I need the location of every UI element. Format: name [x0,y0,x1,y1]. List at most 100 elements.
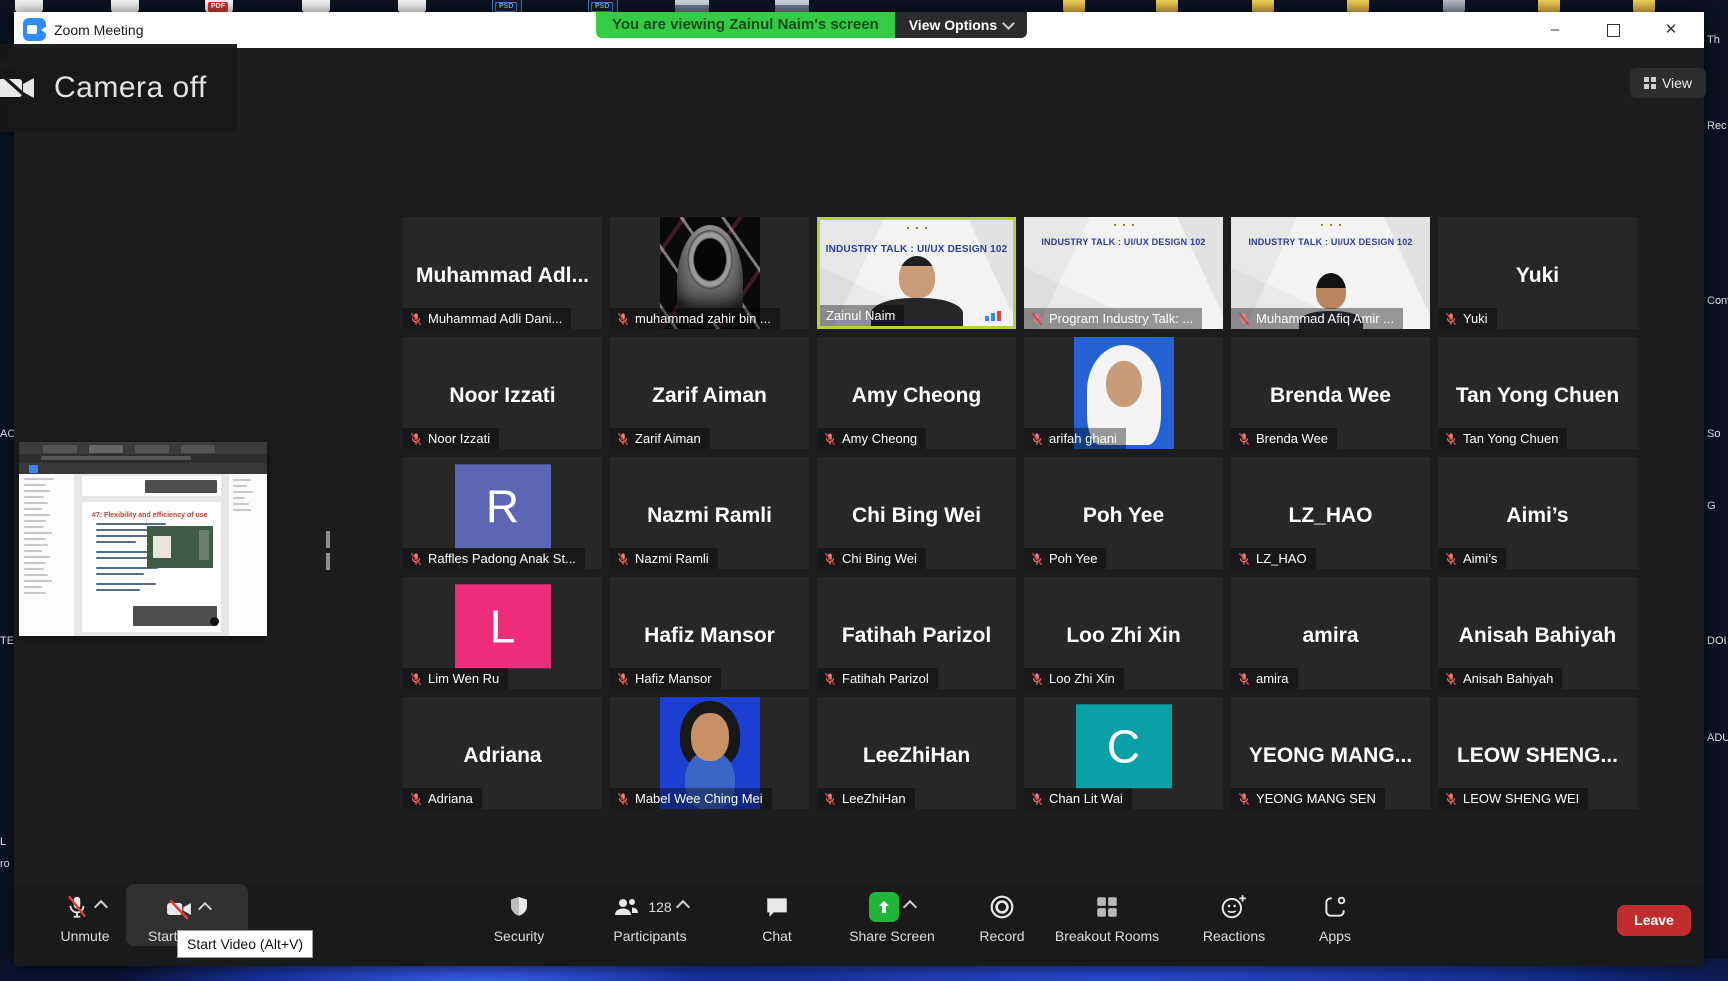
participant-name-label: arifah ghani [1024,428,1126,449]
participant-tile[interactable]: Anisah Bahiyah Anisah Bahiyah [1438,577,1637,689]
layers-panel [19,474,74,636]
participant-tile[interactable]: Tan Yong Chuen Tan Yong Chuen [1438,337,1637,449]
participant-name-label: Nazmi Ramli [610,548,718,569]
browser-tab-strip [19,442,267,454]
camera-off-overlay: Camera off [0,44,237,132]
unmute-button[interactable]: Unmute [40,892,130,944]
participant-tile[interactable]: LZ_HAO LZ_HAO [1231,457,1430,569]
participant-tile[interactable]: L Lim Wen Ru [403,577,602,689]
participant-big-name: Muhammad Adl... [403,264,602,288]
security-button[interactable]: Security [474,892,564,944]
participant-tile[interactable]: R Raffles Padong Anak St... [403,457,602,569]
participant-tile[interactable]: Loo Zhi Xin Loo Zhi Xin [1024,577,1223,689]
participant-tile[interactable]: YEONG MANG... YEONG MANG SEN [1231,697,1430,809]
muted-mic-icon [1444,672,1458,686]
participant-tile[interactable]: Poh Yee Poh Yee [1024,457,1223,569]
unmute-options-chevron[interactable] [94,900,108,914]
chat-button[interactable]: Chat [742,892,812,944]
participant-tile[interactable]: Yuki Yuki [1438,217,1637,329]
participant-big-name: Aimi’s [1438,504,1637,528]
participant-big-name: Chi Bing Wei [817,504,1016,528]
participant-name-label: Chi Bing Wei [817,548,926,569]
participant-tile[interactable]: Chi Bing Wei Chi Bing Wei [817,457,1016,569]
participant-tile[interactable]: LEOW SHENG... LEOW SHENG WEI [1438,697,1637,809]
participant-tile[interactable]: INDUSTRY TALK : UI/UX DESIGN 102 Zainul … [817,217,1016,329]
apps-button[interactable]: Apps [1300,892,1370,944]
participant-big-name: amira [1231,624,1430,648]
participant-tile[interactable]: Mabel Wee Ching Mei [610,697,809,809]
slide-title: INDUSTRY TALK : UI/UX DESIGN 102 [1231,237,1430,247]
participant-name-text: Program Industry Talk: ... [1049,311,1193,326]
leave-button[interactable]: Leave [1617,905,1691,936]
desktop-label-fragment: So [1707,428,1720,440]
video-options-chevron[interactable] [198,902,212,916]
record-button[interactable]: Record [962,892,1042,944]
gallery-grid-icon [1644,77,1656,89]
participant-tile[interactable]: Noor Izzati Noor Izzati [403,337,602,449]
participant-big-name: Hafiz Mansor [610,624,809,648]
participant-name-text: arifah ghani [1049,431,1117,446]
participant-name-text: Amy Cheong [842,431,917,446]
minimize-button[interactable]: – [1532,12,1578,48]
design-panel [229,474,267,636]
screen-share-preview[interactable]: #7: Flexibility and efficiency of use [19,442,267,636]
participant-name-label: Hafiz Mansor [610,668,721,689]
record-icon [989,894,1015,920]
preview-scrollbar[interactable] [326,531,330,571]
participant-name-label: LeeZhiHan [817,788,915,809]
participants-button[interactable]: 128 Participants [590,892,710,944]
participants-options-chevron[interactable] [676,900,690,914]
desktop-label-fragment: TE [0,635,14,647]
participant-tile[interactable]: Aimi’s Aimi’s [1438,457,1637,569]
participant-name-label: Muhammad Adli Dani... [403,308,571,329]
embedded-screenshot [147,526,213,568]
letter-avatar: L [455,584,551,668]
meeting-toolbar: Unmute Start Video Start Video (Alt+V) [14,884,1704,966]
participant-tile[interactable]: INDUSTRY TALK : UI/UX DESIGN 102 Program… [1024,217,1223,329]
participant-tile[interactable]: Zarif Aiman Zarif Aiman [610,337,809,449]
view-button[interactable]: View [1630,68,1706,98]
slide-title: INDUSTRY TALK : UI/UX DESIGN 102 [820,244,1013,255]
muted-mic-icon [1030,792,1044,806]
muted-mic-icon [409,792,423,806]
participant-tile[interactable]: C Chan Lit Wai [1024,697,1223,809]
participant-tile[interactable]: Hafiz Mansor Hafiz Mansor [610,577,809,689]
participant-tile[interactable]: LeeZhiHan LeeZhiHan [817,697,1016,809]
participant-name-text: LZ_HAO [1256,551,1307,566]
desktop-label-fragment: Cont [1707,295,1728,307]
share-options-chevron[interactable] [903,900,917,914]
participant-big-name: LZ_HAO [1231,504,1430,528]
participant-tile[interactable]: Amy Cheong Amy Cheong [817,337,1016,449]
view-options-button[interactable]: View Options [895,12,1027,38]
window-title: Zoom Meeting [54,22,143,38]
participant-tile[interactable]: Adriana Adriana [403,697,602,809]
participant-tile[interactable]: arifah ghani [1024,337,1223,449]
participant-tile[interactable]: INDUSTRY TALK : UI/UX DESIGN 102 Muhamma… [1231,217,1430,329]
chat-icon [764,894,790,920]
participant-tile[interactable]: muhammad zahir bin ... [610,217,809,329]
document-canvas: #7: Flexibility and efficiency of use [74,474,229,636]
reactions-icon [1220,893,1248,921]
letter-avatar: C [1076,704,1172,788]
desktop-label-fragment: AC [0,428,15,440]
participant-tile[interactable]: amira amira [1231,577,1430,689]
maximize-button[interactable] [1590,12,1636,48]
participant-tile[interactable]: Muhammad Adl... Muhammad Adli Dani... [403,217,602,329]
participant-big-name: Adriana [403,744,602,768]
participant-name-text: Adriana [428,791,473,806]
zoom-window: Zoom Meeting – ✕ View Muhammad Adl... Mu… [14,12,1704,966]
reactions-button[interactable]: Reactions [1186,892,1282,944]
participant-tile[interactable]: Brenda Wee Brenda Wee [1231,337,1430,449]
participant-name-label: Aimi’s [1438,548,1506,569]
participant-tile[interactable]: Nazmi Ramli Nazmi Ramli [610,457,809,569]
participant-name-text: Brenda Wee [1256,431,1328,446]
participant-name-text: Fatihah Parizol [842,671,929,686]
participant-big-name: Anisah Bahiyah [1438,624,1637,648]
share-screen-button[interactable]: Share Screen [832,892,952,944]
connection-indicator-icon [985,311,1007,321]
muted-mic-icon [409,552,423,566]
close-button[interactable]: ✕ [1648,12,1694,48]
participant-tile[interactable]: Fatihah Parizol Fatihah Parizol [817,577,1016,689]
participant-name-text: Chan Lit Wai [1049,791,1123,806]
breakout-rooms-button[interactable]: Breakout Rooms [1042,892,1172,944]
